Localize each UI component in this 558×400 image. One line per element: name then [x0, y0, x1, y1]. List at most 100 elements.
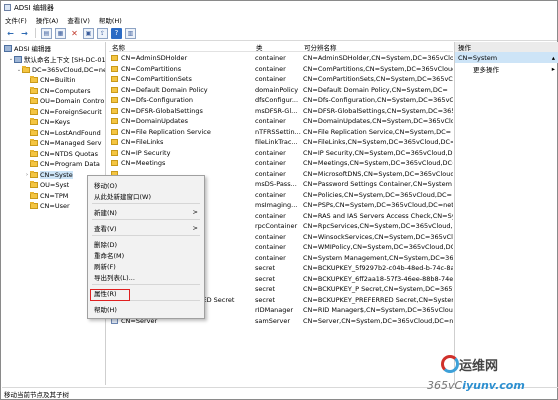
tree-item-label: CN=TPM: [40, 191, 69, 200]
cell-dn: CN=System Management,CN=System,DC=365: [303, 253, 453, 262]
folder-icon: [30, 191, 38, 199]
column-header-class[interactable]: 类: [253, 42, 301, 52]
export-icon[interactable]: ⇪: [97, 27, 108, 39]
list-row[interactable]: CN=FileLinks fileLinkTrac... CN=FileLinks,…: [109, 137, 453, 148]
cell-class: rpcContainer: [255, 222, 298, 231]
more-actions[interactable]: 更多操作 ▸: [455, 63, 558, 74]
tree-item[interactable]: CN=User: [24, 201, 70, 212]
tree-item-label: CN=Keys: [40, 118, 71, 127]
tree-item[interactable]: ⌄ 默认命名上下文 [SH-DC-01: [8, 54, 106, 65]
context-menu-item[interactable]: 新建(N) >: [88, 206, 204, 217]
column-header-name[interactable]: 名称: [109, 42, 253, 52]
up-level-icon[interactable]: ▤: [41, 27, 52, 39]
context-menu-item-label: 重命名(M): [94, 251, 125, 260]
list-row[interactable]: CN=File Replication Service nTFRSSettin..…: [109, 127, 453, 138]
context-menu-item[interactable]: 查看(V) >: [88, 222, 204, 233]
context-menu-item[interactable]: 移动(O): [88, 179, 204, 190]
menu-file[interactable]: 文件(F): [5, 15, 27, 25]
cell-name-text: CN=AdminSDHolder: [121, 54, 188, 63]
cell-class: secret: [255, 295, 276, 304]
tree-item[interactable]: CN=ForeignSecurit: [24, 107, 102, 118]
context-menu-item-label: 新建(N): [94, 208, 117, 217]
tree-item[interactable]: CN=NTDS Quotas: [24, 149, 98, 160]
cell-name-text: CN=Dfs-Configuration: [121, 96, 193, 105]
delete-icon[interactable]: ✕: [69, 28, 80, 39]
context-menu-item[interactable]: 导出列表(L)...: [88, 271, 204, 282]
tree-item[interactable]: ⌄ DC=365vCloud,DC=ne: [16, 65, 106, 76]
menu-help[interactable]: 帮助(H): [99, 15, 122, 25]
cell-class: msImaging...: [255, 201, 298, 210]
tree-item-label: CN=Managed Serv: [40, 139, 102, 148]
cell-class: container: [255, 253, 286, 262]
menu-separator: [92, 203, 200, 204]
tree-root[interactable]: ADSI 编辑器: [4, 43, 51, 54]
cell-name-text: CN=Meetings: [121, 159, 166, 168]
cell-class: container: [255, 75, 286, 84]
cell-name: CN=DomainUpdates: [109, 117, 253, 125]
cell-class: container: [255, 211, 286, 220]
folder-icon: [30, 202, 38, 210]
tree-item[interactable]: CN=Program Data: [24, 159, 100, 170]
cell-dn: CN=Default Domain Policy,CN=System,DC=: [303, 85, 448, 94]
tree-item[interactable]: CN=TPM: [24, 191, 68, 202]
more-actions-label: 更多操作: [473, 65, 499, 74]
submenu-arrow-icon: >: [192, 223, 198, 232]
action-pane-icon[interactable]: ▥: [125, 27, 136, 39]
help-icon[interactable]: ?: [111, 27, 122, 39]
tree-item-label: OU=Syst: [40, 181, 70, 190]
server-icon: [14, 55, 22, 63]
title-bar: ADSI 编辑器: [1, 1, 557, 14]
list-row[interactable]: CN=DFSR-GlobalSettings msDFSR-Gl... CN=DFS…: [109, 106, 453, 117]
context-menu-item[interactable]: 重命名(M): [88, 249, 204, 260]
cell-dn: CN=WMIPolicy,CN=System,DC=365vCloud,DC: [303, 243, 453, 252]
menu-view[interactable]: 查看(V): [67, 15, 90, 25]
cell-class: msDS-Pass...: [255, 180, 297, 189]
context-menu-item[interactable]: 帮助(H): [88, 303, 204, 314]
list-row[interactable]: CN=AdminSDHolder container CN=AdminSDHolde…: [109, 53, 453, 64]
cell-name: CN=AdminSDHolder: [109, 54, 253, 62]
tree-item-label: CN=Builtin: [40, 76, 76, 85]
back-icon[interactable]: ←: [5, 28, 16, 39]
list-row[interactable]: CN=Default Domain Policy domainPolicy CN=D…: [109, 85, 453, 96]
menu-separator: [92, 284, 200, 285]
actions-selected-item[interactable]: CN=System ▴: [455, 52, 558, 63]
list-row[interactable]: CN=IP Security container CN=IP Security,CN…: [109, 148, 453, 159]
folder-icon: [30, 181, 38, 189]
tree-item[interactable]: CN=Builtin: [24, 75, 76, 86]
tree-item-label: 默认命名上下文 [SH-DC-01: [24, 56, 106, 65]
forward-icon[interactable]: →: [19, 28, 30, 39]
tree-item[interactable]: CN=Computers: [24, 86, 91, 97]
folder-icon: [30, 170, 38, 178]
actions-pane: 操作 CN=System ▴ 更多操作 ▸: [454, 42, 558, 385]
show-hide-tree-icon[interactable]: ▦: [55, 27, 66, 39]
tree-root-label: ADSI 编辑器: [14, 45, 52, 54]
context-menu-item[interactable]: 刷新(F): [88, 260, 204, 271]
list-row[interactable]: CN=Dfs-Configuration dfsConfigur... CN=Dfs…: [109, 95, 453, 106]
list-row[interactable]: CN=Meetings container CN=Meetings,CN=Syste…: [109, 158, 453, 169]
menu-action[interactable]: 操作(A): [36, 15, 59, 25]
tree-item[interactable]: CN=LostAndFound: [24, 128, 101, 139]
watermark-url-prefix: 365vC: [427, 379, 463, 392]
cell-class: container: [255, 232, 286, 241]
folder-icon: [111, 149, 118, 156]
tree-item[interactable]: CN=Managed Serv: [24, 138, 102, 149]
list-row[interactable]: CN=ComPartitions container CN=ComPartition…: [109, 64, 453, 75]
cell-class: container: [255, 190, 286, 199]
tree-item[interactable]: OU=Syst: [24, 180, 69, 191]
collapse-icon[interactable]: ▴: [552, 54, 555, 62]
column-header-dn[interactable]: 可分辨名称: [301, 42, 453, 52]
tree-item-label: DC=365vCloud,DC=ne: [32, 65, 106, 74]
properties-icon[interactable]: ▣: [83, 27, 94, 39]
toolbar: ← → ▤ ▦ ✕ ▣ ⇪ ? ▥: [1, 26, 557, 41]
list-row[interactable]: CN=DomainUpdates container CN=DomainUpdate…: [109, 116, 453, 127]
cell-dn: CN=AdminSDHolder,CN=System,DC=365vCloud: [303, 54, 453, 63]
cell-dn: CN=IP Security,CN=System,DC=365vCloud,D: [303, 148, 453, 157]
tree-item[interactable]: › CN=Syste: [24, 170, 73, 181]
tree-item[interactable]: OU=Domain Contro: [24, 96, 104, 107]
list-row[interactable]: CN=ComPartitionSets container CN=ComPartit…: [109, 74, 453, 85]
folder-icon: [30, 107, 38, 115]
folder-icon: [111, 97, 118, 104]
context-menu-item[interactable]: 删除(D): [88, 238, 204, 249]
context-menu-item[interactable]: 从此处新建窗口(W): [88, 190, 204, 201]
tree-item[interactable]: CN=Keys: [24, 117, 70, 128]
